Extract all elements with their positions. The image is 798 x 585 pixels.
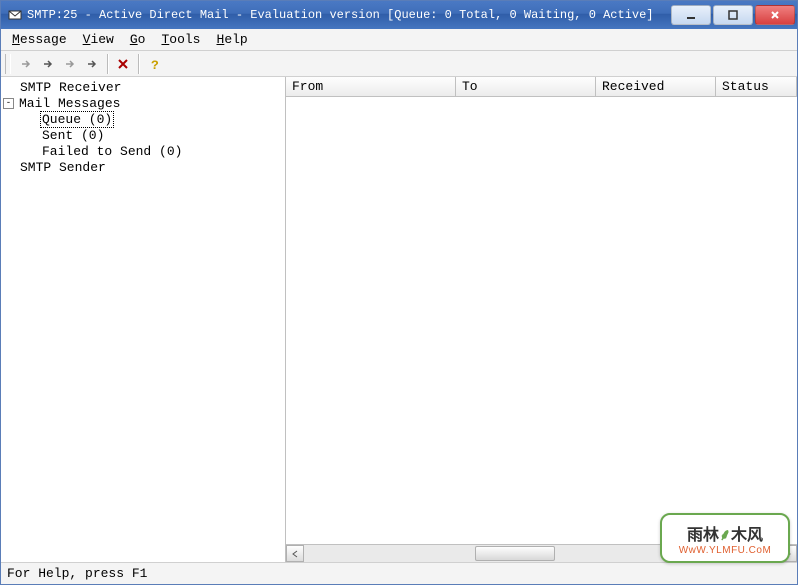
status-text: For Help, press F1 bbox=[7, 566, 147, 581]
watermark-url: WwW.YLMFU.CoM bbox=[679, 545, 772, 556]
window-controls bbox=[671, 5, 795, 25]
leaf-icon: ⸙ bbox=[719, 527, 731, 544]
list-pane: From To Received Status bbox=[286, 77, 797, 562]
close-button[interactable] bbox=[755, 5, 795, 25]
menubar: Message View Go Tools Help bbox=[1, 29, 797, 51]
list-header: From To Received Status bbox=[286, 77, 797, 97]
menu-go[interactable]: Go bbox=[122, 30, 154, 49]
tree-item-queue[interactable]: Queue (0) bbox=[3, 111, 283, 127]
tree-item-failed[interactable]: Failed to Send (0) bbox=[3, 143, 283, 159]
column-received[interactable]: Received bbox=[596, 77, 716, 96]
scroll-thumb[interactable] bbox=[475, 546, 555, 561]
tree-item-smtp-receiver[interactable]: SMTP Receiver bbox=[3, 79, 283, 95]
watermark-badge: 雨林⸙木风 WwW.YLMFU.CoM bbox=[660, 513, 790, 563]
svg-text:?: ? bbox=[151, 58, 159, 71]
toolbar-arrow-3[interactable] bbox=[59, 53, 81, 75]
tree-item-mail-messages[interactable]: - Mail Messages bbox=[3, 95, 283, 111]
scroll-left-button[interactable] bbox=[286, 545, 304, 562]
menu-message[interactable]: Message bbox=[4, 30, 75, 49]
toolbar-arrow-4[interactable] bbox=[81, 53, 103, 75]
tree-pane[interactable]: SMTP Receiver - Mail Messages Queue (0) … bbox=[1, 77, 286, 562]
column-from[interactable]: From bbox=[286, 77, 456, 96]
tree-item-sent[interactable]: Sent (0) bbox=[3, 127, 283, 143]
tree-item-smtp-sender[interactable]: SMTP Sender bbox=[3, 159, 283, 175]
menu-view[interactable]: View bbox=[75, 30, 122, 49]
toolbar-help[interactable]: ? bbox=[143, 53, 165, 75]
client-area: SMTP Receiver - Mail Messages Queue (0) … bbox=[1, 77, 797, 562]
column-to[interactable]: To bbox=[456, 77, 596, 96]
minimize-button[interactable] bbox=[671, 5, 711, 25]
titlebar: SMTP:25 - Active Direct Mail - Evaluatio… bbox=[1, 1, 797, 29]
watermark-title: 雨林⸙木风 bbox=[687, 521, 763, 545]
collapse-icon[interactable]: - bbox=[3, 98, 14, 109]
toolbar-separator-1 bbox=[107, 54, 108, 74]
window-title: SMTP:25 - Active Direct Mail - Evaluatio… bbox=[27, 8, 671, 22]
list-body[interactable] bbox=[286, 97, 797, 544]
column-status[interactable]: Status bbox=[716, 77, 797, 96]
menu-tools[interactable]: Tools bbox=[153, 30, 208, 49]
toolbar: ? bbox=[1, 51, 797, 77]
toolbar-delete[interactable] bbox=[112, 53, 134, 75]
app-icon bbox=[7, 7, 23, 23]
toolbar-separator-2 bbox=[138, 54, 139, 74]
menu-help[interactable]: Help bbox=[209, 30, 256, 49]
toolbar-grip bbox=[5, 54, 11, 74]
toolbar-arrow-1[interactable] bbox=[15, 53, 37, 75]
toolbar-arrow-2[interactable] bbox=[37, 53, 59, 75]
statusbar: For Help, press F1 bbox=[1, 562, 797, 584]
maximize-button[interactable] bbox=[713, 5, 753, 25]
